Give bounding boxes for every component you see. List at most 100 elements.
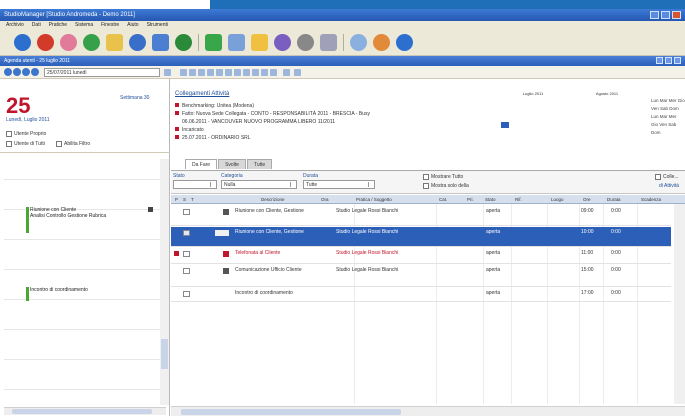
table-row[interactable]: Riunione con Cliente, Gestione Studio Le…	[171, 206, 671, 226]
search-icon[interactable]	[350, 34, 367, 51]
menu-strumenti[interactable]: Strumenti	[147, 22, 168, 29]
table-hscrollbar[interactable]	[171, 406, 685, 416]
calendar-day-cell[interactable]	[517, 128, 525, 134]
stato-select[interactable]	[173, 180, 217, 189]
col-stato[interactable]: Stato	[485, 197, 496, 202]
link-line[interactable]: Incaricato	[175, 127, 204, 133]
day-view-icon[interactable]	[180, 69, 187, 76]
menu-aiuto[interactable]: Aiuto	[127, 22, 138, 29]
tree-icon[interactable]	[175, 34, 192, 51]
calendar-grid[interactable]	[575, 98, 639, 134]
links-title[interactable]: Collegamenti Attività	[175, 91, 229, 97]
col-pri[interactable]: Pri.	[467, 197, 474, 202]
refresh-small-icon[interactable]	[294, 69, 301, 76]
link-line[interactable]: 25.07.2011 - ORDINARIO SRL	[175, 135, 251, 141]
col-luogo[interactable]: Luogo	[551, 197, 564, 202]
month-view-icon[interactable]	[198, 69, 205, 76]
checkbox-icon[interactable]	[6, 141, 12, 147]
mini-calendar-1[interactable]: Luglio 2011	[501, 91, 565, 155]
export-icon[interactable]	[261, 69, 268, 76]
day-hscrollbar[interactable]	[4, 407, 166, 415]
col-t[interactable]: T	[191, 197, 194, 202]
col-pratica[interactable]: Pratica / Soggetto	[356, 197, 392, 202]
col-durata[interactable]: Durata	[607, 197, 621, 202]
maximize-button[interactable]	[661, 11, 670, 19]
col-scadenza[interactable]: Scadenza	[641, 197, 661, 202]
scroll-thumb[interactable]	[161, 339, 168, 369]
link-line[interactable]: 06.06.2011 - VANCOUVER NUOVO PROGRAMMA L…	[182, 119, 335, 125]
menu-dati[interactable]: Dati	[32, 22, 41, 29]
link-line[interactable]: Benchmarking: Unitea (Modena)	[175, 103, 254, 109]
calendar-picker-icon[interactable]	[164, 69, 171, 76]
table-row-selected[interactable]: Riunione con Cliente, Gestione Studio Le…	[171, 227, 671, 247]
calendar-day-cell[interactable]	[607, 128, 615, 134]
copy-icon[interactable]	[243, 69, 250, 76]
edit-icon[interactable]	[225, 69, 232, 76]
durata-select[interactable]: Tutte	[303, 180, 375, 189]
chevron-down-icon[interactable]	[210, 182, 215, 187]
agenda-close-button[interactable]	[674, 57, 681, 64]
settings-icon[interactable]	[373, 34, 390, 51]
calendar-day-cell[interactable]	[533, 128, 541, 134]
menu-pratiche[interactable]: Pratiche	[49, 22, 67, 29]
check-show-all[interactable]: Mostrare Tutto	[423, 174, 463, 180]
close-button[interactable]	[672, 11, 681, 19]
print-icon[interactable]	[320, 34, 337, 51]
calendar-day-cell[interactable]	[591, 128, 599, 134]
calendar-day-cell[interactable]	[623, 128, 631, 134]
task-icon[interactable]	[183, 268, 190, 274]
check-own-user[interactable]: Utente Proprio	[6, 131, 46, 137]
agenda-minimize-button[interactable]	[656, 57, 663, 64]
calendar-day-cell[interactable]	[583, 128, 591, 134]
document-icon[interactable]	[152, 34, 169, 51]
table-scrollbar[interactable]	[674, 204, 685, 404]
check-colle[interactable]: Colle...	[655, 174, 679, 180]
tools-icon[interactable]	[297, 34, 314, 51]
agenda-maximize-button[interactable]	[665, 57, 672, 64]
mini-calendar-2[interactable]: Agosto 2011	[575, 91, 639, 155]
checkbox-icon[interactable]	[655, 174, 661, 180]
col-descrizione[interactable]: Descrizione	[261, 197, 285, 202]
task-icon[interactable]	[183, 209, 190, 215]
mail-icon[interactable]	[37, 34, 54, 51]
next-icon[interactable]	[22, 68, 30, 76]
previous-icon[interactable]	[13, 68, 21, 76]
date-input[interactable]: 25/07/2011 lunedì	[44, 68, 160, 77]
calendar-icon[interactable]	[129, 34, 146, 51]
week-view-icon[interactable]	[189, 69, 196, 76]
tab-tutte[interactable]: Tutte	[246, 159, 273, 169]
delete-icon[interactable]	[234, 69, 241, 76]
col-rif[interactable]: Rif.	[515, 197, 522, 202]
tab-svolte[interactable]: Svolte	[218, 159, 246, 169]
chevron-down-icon[interactable]	[368, 182, 373, 187]
home-icon[interactable]	[14, 34, 31, 51]
menu-finestre[interactable]: Finestre	[101, 22, 119, 29]
folder-icon[interactable]	[106, 34, 123, 51]
chevron-down-icon[interactable]	[290, 182, 295, 187]
col-cat[interactable]: Cat.	[439, 197, 447, 202]
tab-da-fare[interactable]: Da Fare	[185, 159, 218, 169]
col-s[interactable]: S	[183, 197, 186, 202]
categoria-select[interactable]: Nulla	[221, 180, 297, 189]
contacts-icon[interactable]	[60, 34, 77, 51]
refresh-icon[interactable]	[83, 34, 100, 51]
new-icon[interactable]	[216, 69, 223, 76]
calendar-day-cell[interactable]	[509, 128, 517, 134]
calendar-day-cell[interactable]	[575, 128, 583, 134]
check-all-users[interactable]: Utente di Tutti	[6, 141, 45, 147]
scroll-thumb[interactable]	[181, 409, 401, 415]
calendar-grid[interactable]	[501, 98, 565, 134]
checkbox-icon[interactable]	[6, 131, 12, 137]
calendar-day-cell[interactable]	[549, 128, 557, 134]
checkbox-icon[interactable]	[423, 183, 429, 189]
note-icon[interactable]	[251, 34, 268, 51]
filter-icon[interactable]	[207, 69, 214, 76]
menu-sistema[interactable]: Sistema	[75, 22, 93, 29]
schedule-item[interactable]: Incontro di coordinamento	[26, 287, 160, 301]
menu-archivio[interactable]: Archivio	[6, 22, 24, 29]
task-icon[interactable]	[183, 251, 190, 257]
calendar-day-cell[interactable]	[525, 128, 533, 134]
minimize-button[interactable]	[650, 11, 659, 19]
calendar-day-cell[interactable]	[541, 128, 549, 134]
checkbox-icon[interactable]	[423, 174, 429, 180]
